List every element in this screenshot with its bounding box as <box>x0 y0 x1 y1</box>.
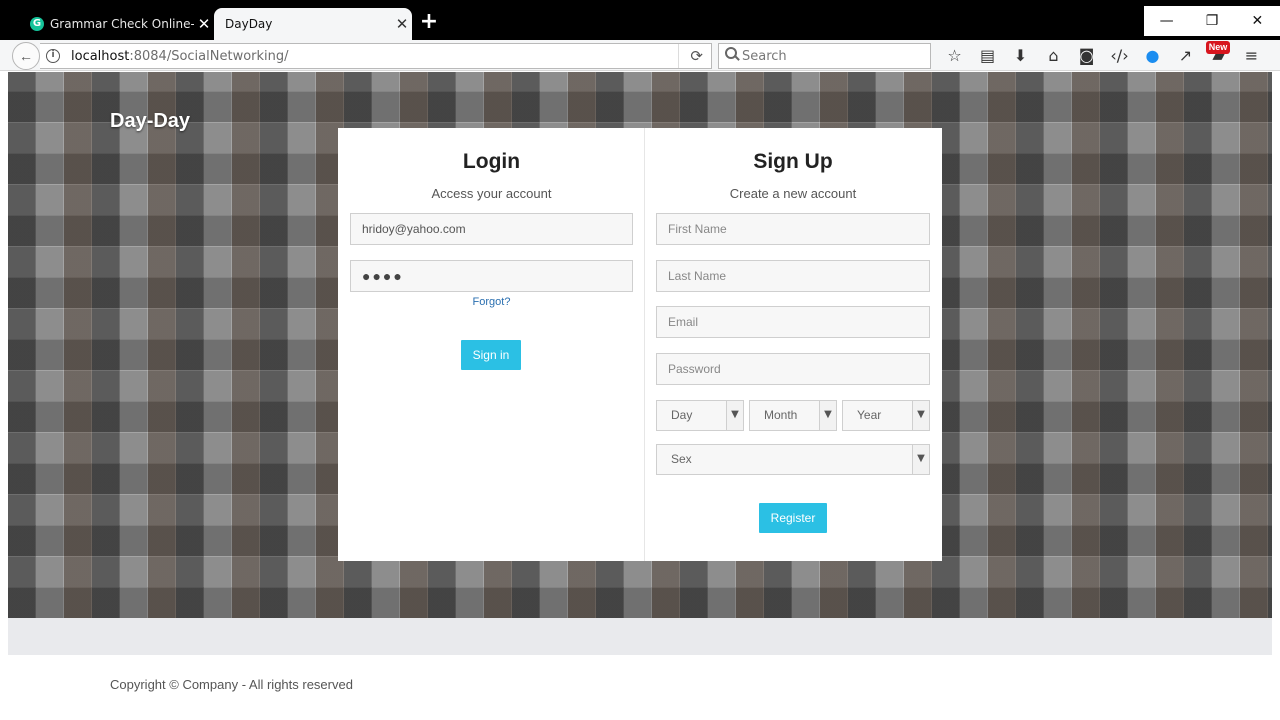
reload-icon[interactable]: ⟳ <box>690 47 703 65</box>
signup-email-field[interactable]: Email <box>656 306 930 338</box>
new-badge: New <box>1206 41 1230 54</box>
birth-month-select[interactable]: Month ▼ <box>749 400 837 431</box>
close-icon[interactable]: ✕ <box>194 15 214 33</box>
developer-icon[interactable]: ‹/› <box>1103 44 1136 68</box>
site-brand[interactable]: Day-Day <box>110 110 190 133</box>
auth-panel: Login Access your account hridoy@yahoo.c… <box>338 128 942 561</box>
tab-grammar-check[interactable]: G Grammar Check Online- It's Free ✕ <box>22 8 214 40</box>
info-icon[interactable]: i <box>46 49 60 63</box>
birth-day-label: Day <box>671 408 693 422</box>
grammarly-icon: G <box>30 17 44 31</box>
login-subtitle: Access your account <box>431 186 552 201</box>
chevron-down-icon: ▼ <box>912 445 929 474</box>
arrow-left-icon: ← <box>19 48 33 64</box>
search-icon <box>725 47 737 59</box>
bookmark-star-icon[interactable]: ☆ <box>938 44 971 68</box>
url-bar[interactable]: i localhost:8084/SocialNetworking/ ⟳ <box>40 43 712 69</box>
tab-title: DayDay <box>225 17 273 31</box>
footer-band <box>8 618 1272 655</box>
home-icon[interactable]: ⌂ <box>1037 44 1070 68</box>
tab-dayday[interactable]: DayDay ✕ <box>214 8 412 40</box>
download-icon[interactable]: ⬇ <box>1004 44 1037 68</box>
url-host: localhost <box>71 49 130 64</box>
window-close-icon[interactable]: ✕ <box>1235 6 1280 36</box>
tab-title: Grammar Check Online- It's Free <box>50 17 194 31</box>
menu-icon[interactable]: ≡ <box>1235 44 1268 68</box>
sex-select[interactable]: Sex ▼ <box>656 444 930 475</box>
signup-title: Sign Up <box>753 150 833 173</box>
copyright-text: Copyright © Company - All rights reserve… <box>110 677 353 692</box>
login-form: Login Access your account hridoy@yahoo.c… <box>350 128 633 561</box>
chevron-down-icon: ▼ <box>912 401 929 430</box>
minimize-icon[interactable]: — <box>1144 6 1189 36</box>
close-icon[interactable]: ✕ <box>392 15 412 33</box>
search-placeholder: Search <box>742 49 787 64</box>
window-controls: — ❐ ✕ <box>1144 6 1280 36</box>
chevron-down-icon: ▼ <box>819 401 836 430</box>
pocket-icon[interactable]: ◙ <box>1070 44 1103 68</box>
back-button[interactable]: ← <box>12 42 40 70</box>
pin-icon[interactable]: ↗ <box>1169 44 1202 68</box>
login-title: Login <box>462 150 521 173</box>
login-email-field[interactable]: hridoy@yahoo.com <box>350 213 633 245</box>
birth-year-label: Year <box>857 408 882 422</box>
birth-day-select[interactable]: Day ▼ <box>656 400 744 431</box>
browser-titlebar: G Grammar Check Online- It's Free ✕ DayD… <box>0 0 1280 40</box>
signup-password-field[interactable]: Password <box>656 353 930 385</box>
messenger-icon[interactable]: ● <box>1136 44 1169 68</box>
url-text: localhost:8084/SocialNetworking/ <box>71 49 289 64</box>
forgot-password-link[interactable]: Forgot? <box>350 296 633 308</box>
signup-subtitle: Create a new account <box>729 186 857 201</box>
url-divider <box>678 44 679 68</box>
chevron-down-icon: ▼ <box>726 401 743 430</box>
register-button[interactable]: Register <box>759 503 827 533</box>
column-divider <box>644 128 645 561</box>
search-bar[interactable]: Search <box>718 43 931 69</box>
url-path: :8084/SocialNetworking/ <box>129 49 289 64</box>
browser-navbar: i localhost:8084/SocialNetworking/ ⟳ ← S… <box>0 40 1280 71</box>
login-password-field[interactable]: ●●●● <box>350 260 633 292</box>
sex-label: Sex <box>671 452 692 466</box>
restore-icon[interactable]: ❐ <box>1189 6 1234 36</box>
new-tab-button[interactable]: + <box>418 10 440 34</box>
signup-form: Sign Up Create a new account First Name … <box>656 128 930 561</box>
birth-month-label: Month <box>764 408 798 422</box>
sign-in-button[interactable]: Sign in <box>461 340 521 370</box>
birth-year-select[interactable]: Year ▼ <box>842 400 930 431</box>
web-page: Day-Day Login Access your account hridoy… <box>8 72 1272 720</box>
reading-list-icon[interactable]: ▤ <box>971 44 1004 68</box>
first-name-field[interactable]: First Name <box>656 213 930 245</box>
last-name-field[interactable]: Last Name <box>656 260 930 292</box>
